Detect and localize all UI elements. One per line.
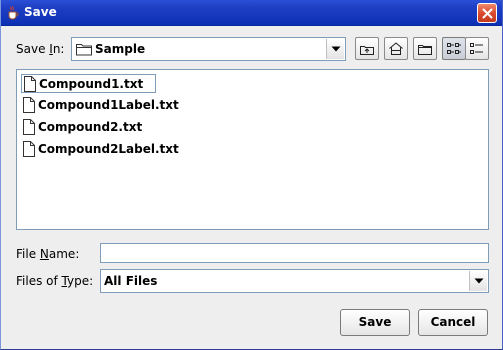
close-button[interactable] — [477, 3, 497, 23]
list-item-file[interactable]: Compound1.txt — [21, 74, 156, 93]
file-name-input[interactable] — [100, 243, 489, 263]
save-dialog: Save Save In: Sample Compound1.txt Compo… — [0, 0, 503, 350]
file-name-label-mnemonic: N — [39, 247, 49, 261]
save-in-label-prefix: Save — [16, 42, 50, 56]
details-view-button[interactable] — [465, 37, 489, 60]
file-name: Compound2.txt — [38, 120, 143, 134]
file-list[interactable]: Compound1.txt Compound1Label.txt Compoun… — [16, 69, 489, 230]
save-in-combobox[interactable]: Sample — [71, 37, 346, 61]
new-folder-button[interactable] — [413, 37, 437, 60]
list-view-button[interactable] — [442, 37, 466, 60]
file-icon — [22, 97, 36, 116]
file-type-value: All Files — [104, 274, 158, 288]
save-in-label: Save In: — [16, 42, 64, 56]
file-type-combobox[interactable]: All Files — [100, 269, 489, 293]
save-in-dropdown-button[interactable] — [326, 39, 344, 59]
file-icon — [23, 76, 37, 95]
home-button[interactable] — [384, 37, 408, 60]
title-bar[interactable]: Save — [1, 0, 502, 26]
save-button[interactable]: Save — [340, 309, 410, 336]
file-type-label-suffix: ype: — [67, 274, 94, 288]
file-name-label: File Name: — [16, 247, 79, 261]
file-type-dropdown-button[interactable] — [469, 271, 487, 291]
file-name: Compound1.txt — [39, 77, 144, 91]
java-cup-icon — [5, 5, 21, 21]
save-in-label-suffix: n: — [52, 42, 65, 56]
file-name-label-prefix: File — [16, 247, 40, 261]
file-name-label-suffix: ame: — [48, 247, 80, 261]
file-type-label-prefix: Files of — [16, 274, 62, 288]
window-title: Save — [24, 5, 57, 19]
file-type-label: Files of Type: — [16, 274, 93, 288]
file-icon — [22, 141, 36, 160]
cancel-button[interactable]: Cancel — [418, 309, 488, 336]
up-one-level-button[interactable] — [355, 37, 379, 60]
file-name: Compound2Label.txt — [38, 142, 179, 156]
file-icon — [22, 119, 36, 138]
folder-icon — [76, 42, 92, 59]
file-name: Compound1Label.txt — [38, 98, 179, 112]
save-in-value: Sample — [95, 42, 146, 56]
